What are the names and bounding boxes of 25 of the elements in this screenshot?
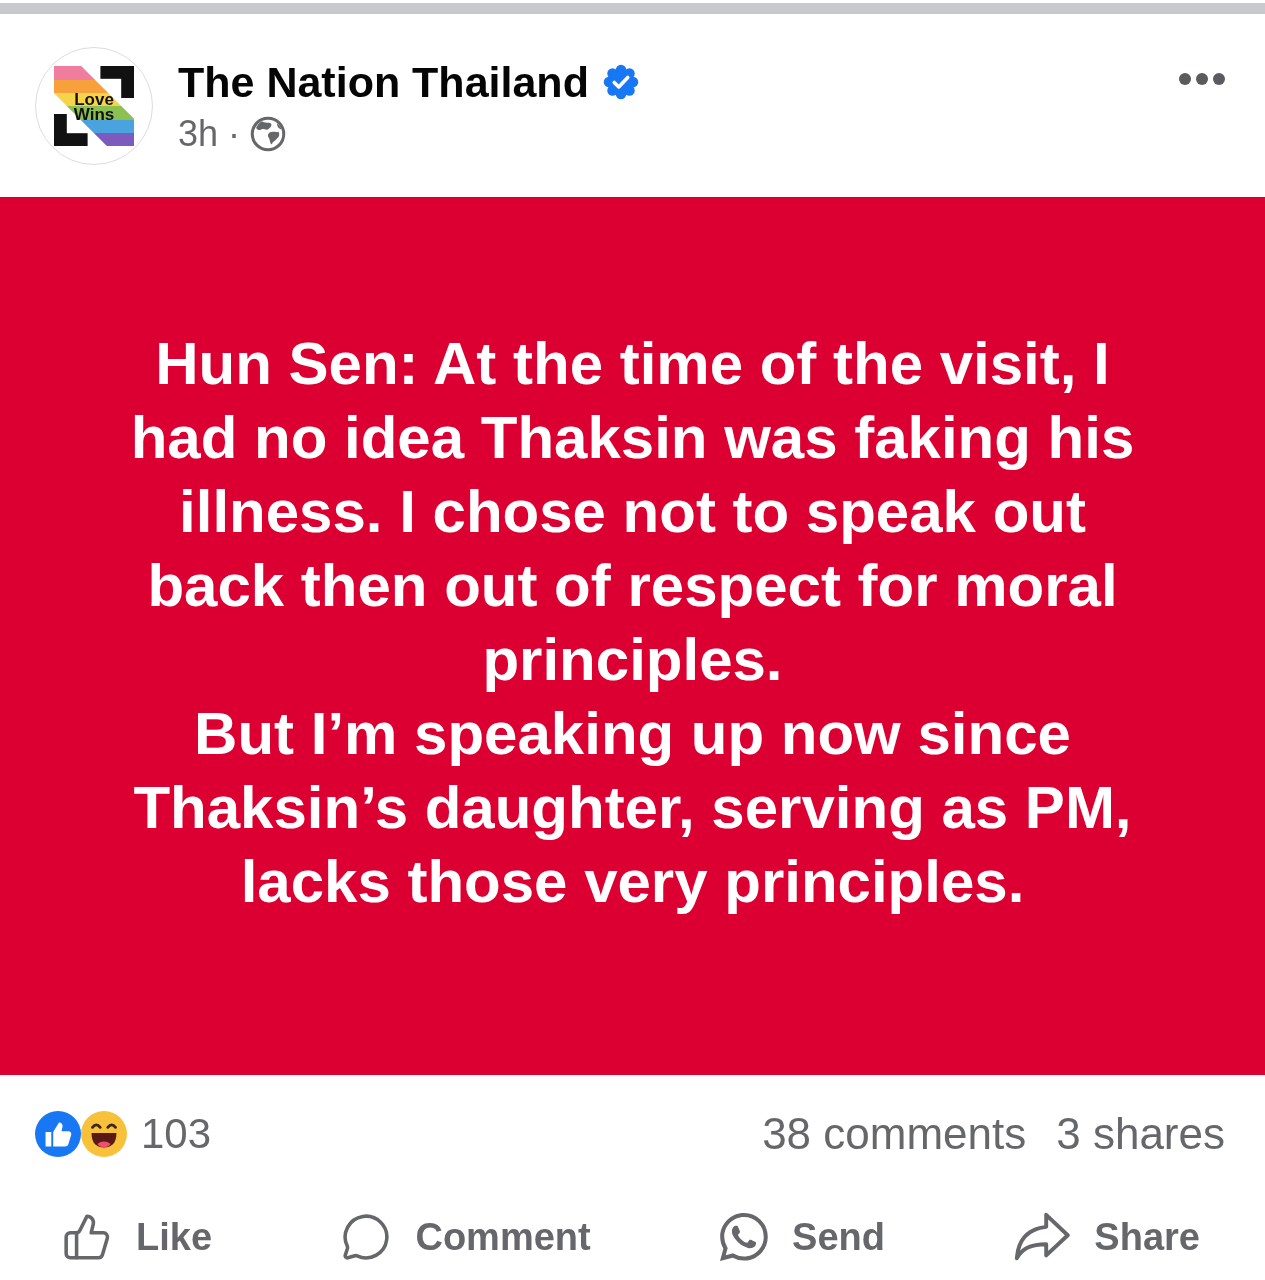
comment-button[interactable]: Comment [341,1211,591,1262]
separator-dot: · [228,111,241,156]
more-icon [1179,73,1225,85]
page-avatar[interactable]: Love Wins [35,46,153,165]
share-button[interactable]: Share [1014,1212,1200,1261]
thumbs-up-icon [62,1211,112,1262]
comment-count[interactable]: 38 comments [762,1108,1027,1160]
reaction-count[interactable]: 103 [141,1109,212,1159]
share-count[interactable]: 3 shares [1056,1108,1225,1160]
thumbs-up-reaction-icon [35,1111,81,1157]
share-arrow-icon [1014,1212,1071,1261]
more-options-button[interactable] [1179,73,1225,85]
striped-n-logo-icon [51,65,137,146]
phone-chat-icon [720,1212,769,1261]
like-button[interactable]: Like [62,1211,213,1262]
post-text-paragraph: Hun Sen: At the time of the visit, I had no idea Thaksin was faking his illness. I chose not to speak out back then out of respect for moral principles. [129,329,1136,695]
speech-bubble-icon [341,1211,392,1262]
globe-icon [250,115,287,152]
post-time[interactable]: 3h [178,111,219,156]
logo-text: Wins [73,106,115,122]
logo-text: Love [74,91,114,107]
laughing-face-icon [81,1111,127,1157]
page-name[interactable]: The Nation Thailand [178,55,589,108]
send-button[interactable]: Send [720,1212,885,1261]
post-text-paragraph: But I’m speaking up now since Thaksin’s daughter, serving as PM, lacks those very principles. [132,699,1133,917]
